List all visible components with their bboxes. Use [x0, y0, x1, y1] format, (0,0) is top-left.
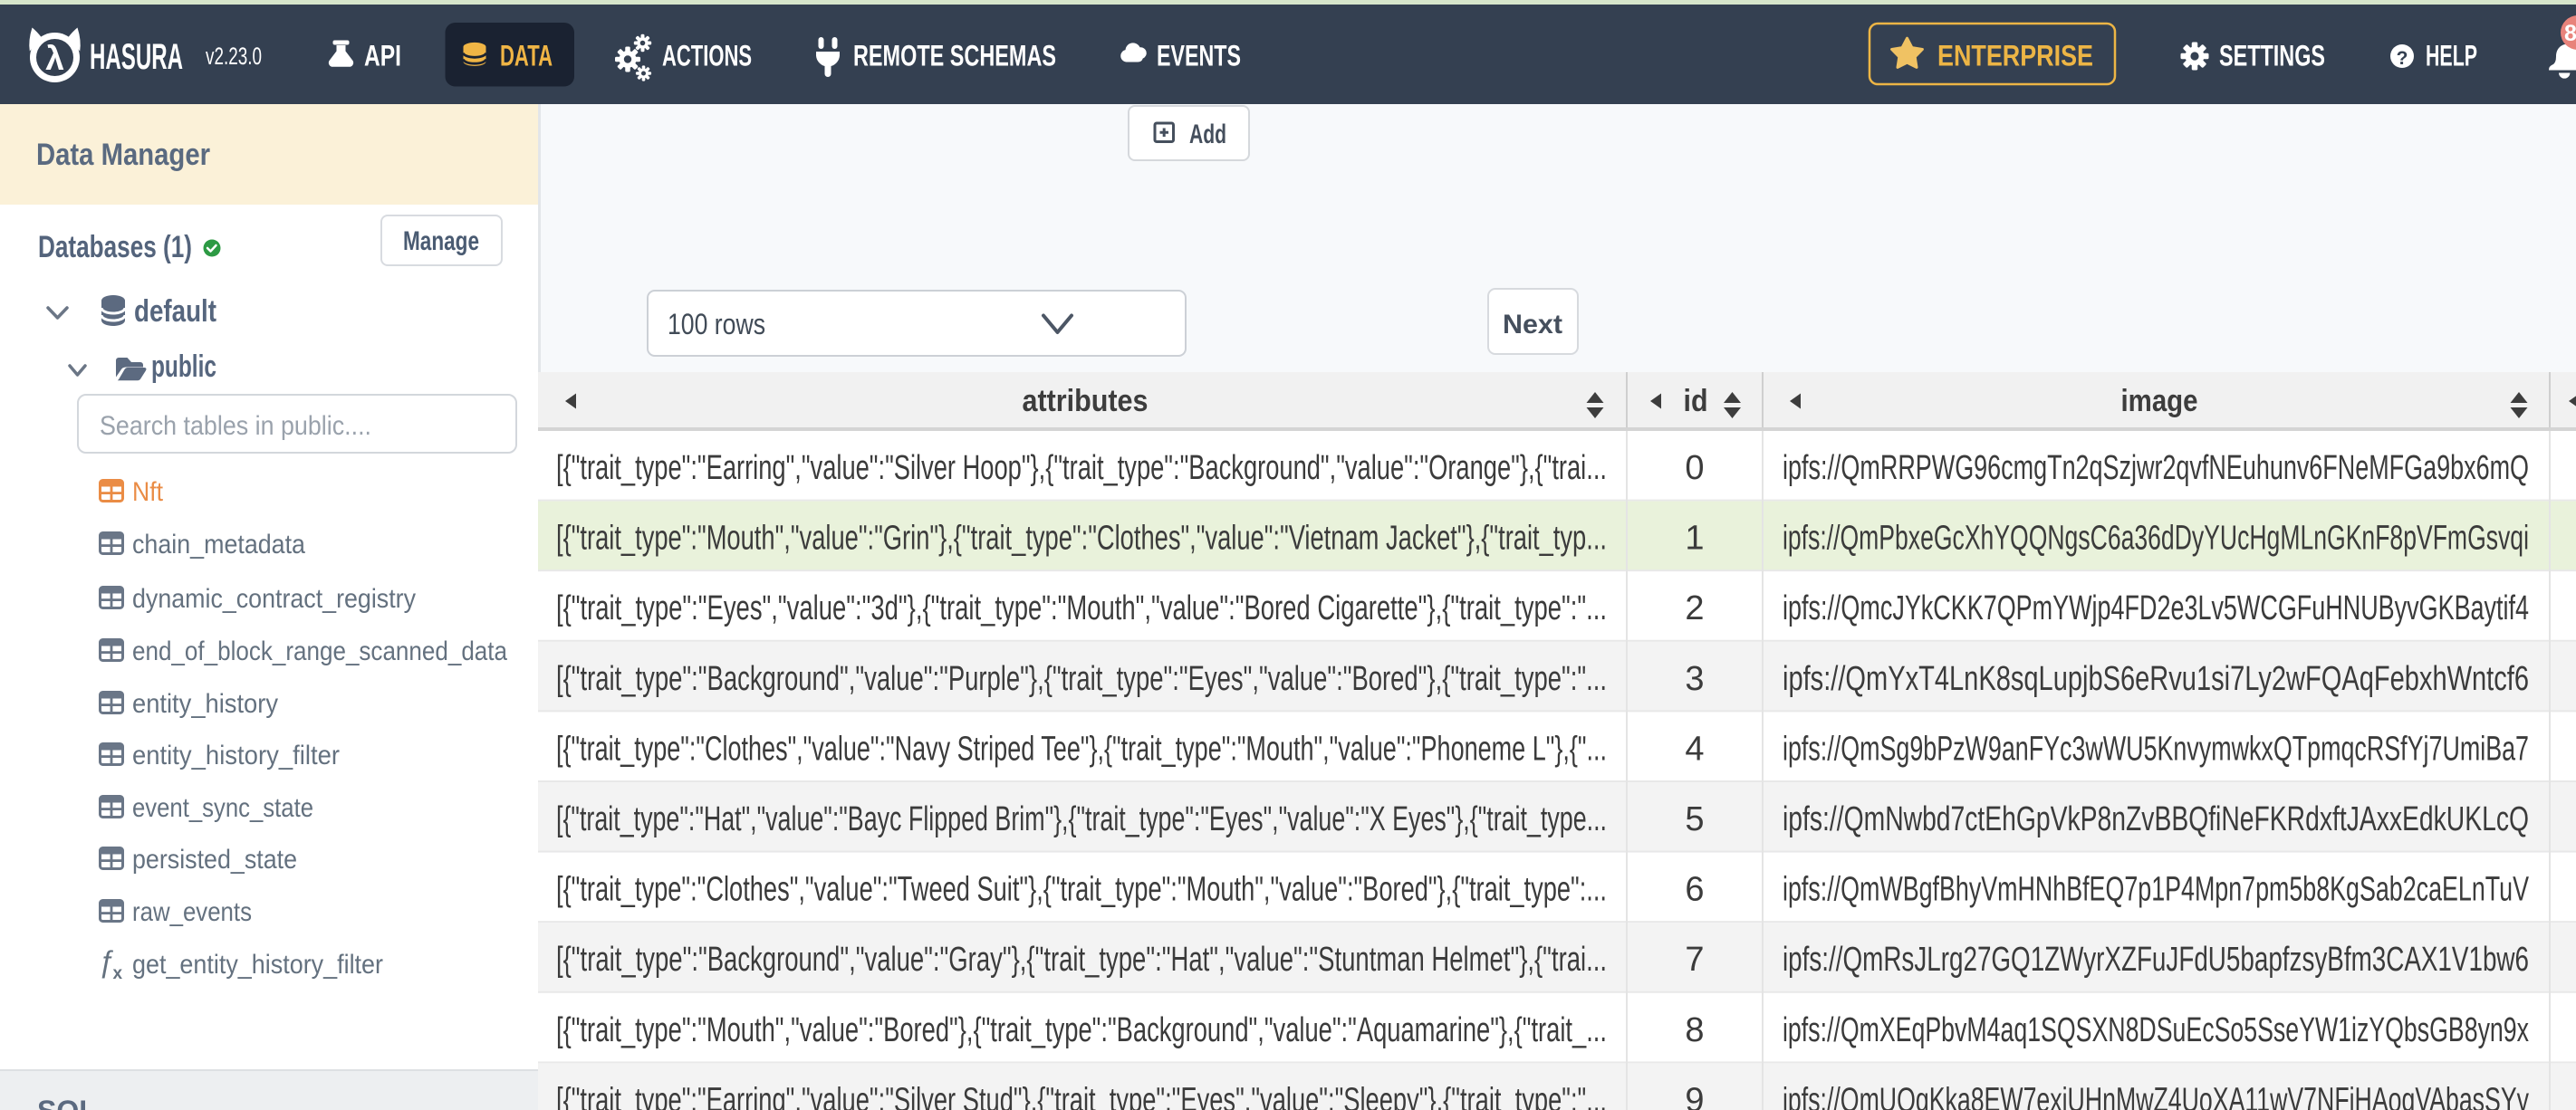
- svg-text:[{"trait_type":"Clothes","valu: [{"trait_type":"Clothes","value":"Navy S…: [556, 730, 1607, 768]
- svg-text:ipfs://QmXEqPbvM4aq1SQSXN8DSuE: ipfs://QmXEqPbvM4aq1SQSXN8DSuEcSo5SseYW1…: [1783, 1011, 2529, 1049]
- svg-text:SQL: SQL: [37, 1095, 97, 1110]
- svg-text:dynamic_contract_registry: dynamic_contract_registry: [132, 584, 416, 614]
- svg-text:ipfs://QmcJYkCKK7QPmYWjp4FD2e3: ipfs://QmcJYkCKK7QPmYWjp4FD2e3Lv5WCGFuHN…: [1783, 589, 2529, 627]
- svg-text:ipfs://QmRsJLrg27GQ1ZWyrXZFuJF: ipfs://QmRsJLrg27GQ1ZWyrXZFuJFdU5bapfzsy…: [1783, 941, 2529, 979]
- svg-text:ipfs://QmRRPWG96cmgTn2qSzjwr2q: ipfs://QmRRPWG96cmgTn2qSzjwr2qvfNEuhunv6…: [1783, 449, 2529, 487]
- svg-text:8: 8: [2564, 21, 2576, 46]
- svg-text:?: ?: [2397, 48, 2408, 69]
- svg-text:end_of_block_range_scanned_dat: end_of_block_range_scanned_data: [132, 636, 507, 666]
- svg-text:default: default: [134, 294, 216, 329]
- svg-text:HASURA: HASURA: [90, 37, 183, 77]
- svg-text:Data Manager: Data Manager: [36, 138, 210, 172]
- svg-text:5: 5: [1685, 800, 1704, 838]
- svg-text:[{"trait_type":"Earring","valu: [{"trait_type":"Earring","value":"Silver…: [556, 449, 1607, 487]
- svg-text:EVENTS: EVENTS: [1157, 40, 1241, 72]
- svg-text:Databases (1): Databases (1): [38, 230, 192, 264]
- svg-text:get_entity_history_filter: get_entity_history_filter: [132, 950, 383, 980]
- svg-text:id: id: [1684, 384, 1708, 418]
- svg-text:DATA: DATA: [500, 40, 553, 72]
- svg-text:image: image: [2121, 384, 2198, 418]
- svg-text:entity_history_filter: entity_history_filter: [132, 741, 340, 770]
- svg-text:1: 1: [1685, 520, 1704, 558]
- svg-text:chain_metadata: chain_metadata: [132, 530, 305, 560]
- svg-text:ipfs://QmYxT4LnK8sqLupjbS6eRvu: ipfs://QmYxT4LnK8sqLupjbS6eRvu1si7Ly2wFQ…: [1783, 660, 2529, 698]
- svg-text:ENTERPRISE: ENTERPRISE: [1937, 40, 2093, 72]
- svg-text:persisted_state: persisted_state: [132, 845, 297, 875]
- svg-text:8: 8: [1685, 1011, 1704, 1049]
- svg-text:2: 2: [1685, 589, 1704, 627]
- svg-text:raw_events: raw_events: [132, 897, 252, 927]
- svg-text:7: 7: [1685, 941, 1704, 979]
- svg-text:SETTINGS: SETTINGS: [2219, 40, 2325, 72]
- svg-text:[{"trait_type":"Mouth","value": [{"trait_type":"Mouth","value":"Grin"},{…: [556, 520, 1607, 558]
- svg-text:4: 4: [1685, 730, 1704, 768]
- svg-text:3: 3: [1685, 660, 1704, 698]
- svg-text:ipfs://QmNwbd7ctEhGpVkP8nZvBBQ: ipfs://QmNwbd7ctEhGpVkP8nZvBBQfiNeFKRdxf…: [1783, 800, 2529, 838]
- svg-text:[{"trait_type":"Clothes","valu: [{"trait_type":"Clothes","value":"Tweed …: [556, 871, 1607, 909]
- svg-text:ipfs://QmWBgfBhyVmHNhBfEQ7p1P4: ipfs://QmWBgfBhyVmHNhBfEQ7p1P4Mpn7pm5b8K…: [1783, 871, 2529, 909]
- svg-text:[{"trait_type":"Earring","valu: [{"trait_type":"Earring","value":"Silver…: [556, 1081, 1607, 1110]
- svg-text:100 rows: 100 rows: [668, 308, 765, 340]
- svg-text:Nft: Nft: [132, 477, 164, 507]
- svg-text:6: 6: [1685, 871, 1704, 909]
- svg-text:[{"trait_type":"Background","v: [{"trait_type":"Background","value":"Pur…: [556, 660, 1607, 698]
- svg-text:[{"trait_type":"Eyes","value":: [{"trait_type":"Eyes","value":"3d"},{"tr…: [556, 589, 1607, 627]
- svg-text:[{"trait_type":"Mouth","value": [{"trait_type":"Mouth","value":"Bored"},…: [556, 1011, 1607, 1049]
- svg-text:public: public: [151, 349, 216, 384]
- svg-text:[{"trait_type":"Hat","value":": [{"trait_type":"Hat","value":"Bayc Flipp…: [556, 800, 1607, 838]
- svg-text:entity_history: entity_history: [132, 689, 278, 719]
- svg-text:v2.23.0: v2.23.0: [206, 43, 262, 70]
- svg-text:x: x: [113, 964, 123, 983]
- svg-text:REMOTE SCHEMAS: REMOTE SCHEMAS: [853, 40, 1056, 72]
- svg-text:ipfs://QmPbxeGcXhYQQNgsC6a36dD: ipfs://QmPbxeGcXhYQQNgsC6a36dDyYUcHgMLnG…: [1783, 520, 2529, 558]
- svg-text:[{"trait_type":"Background","v: [{"trait_type":"Background","value":"Gra…: [556, 941, 1607, 979]
- svg-text:λ: λ: [45, 40, 64, 77]
- svg-text:event_sync_state: event_sync_state: [132, 793, 313, 823]
- svg-text:HELP: HELP: [2426, 40, 2477, 72]
- svg-text:ACTIONS: ACTIONS: [662, 40, 752, 72]
- svg-text:0: 0: [1685, 449, 1704, 487]
- svg-text:Add: Add: [1189, 120, 1226, 149]
- svg-text:ipfs://QmUQgKka8EW7exiUHnMwZ4U: ipfs://QmUQgKka8EW7exiUHnMwZ4UoXA11wV7NF…: [1783, 1081, 2529, 1110]
- svg-text:Next: Next: [1503, 310, 1562, 340]
- svg-text:attributes: attributes: [1023, 384, 1149, 418]
- svg-text:Search tables in public....: Search tables in public....: [100, 411, 371, 441]
- svg-text:API: API: [364, 40, 401, 72]
- svg-text:Manage: Manage: [403, 226, 479, 256]
- svg-text:ipfs://QmSg9bPzW9anFYc3wWU5Knv: ipfs://QmSg9bPzW9anFYc3wWU5KnvymwkxQTpmq…: [1783, 730, 2529, 768]
- svg-text:9: 9: [1685, 1081, 1704, 1110]
